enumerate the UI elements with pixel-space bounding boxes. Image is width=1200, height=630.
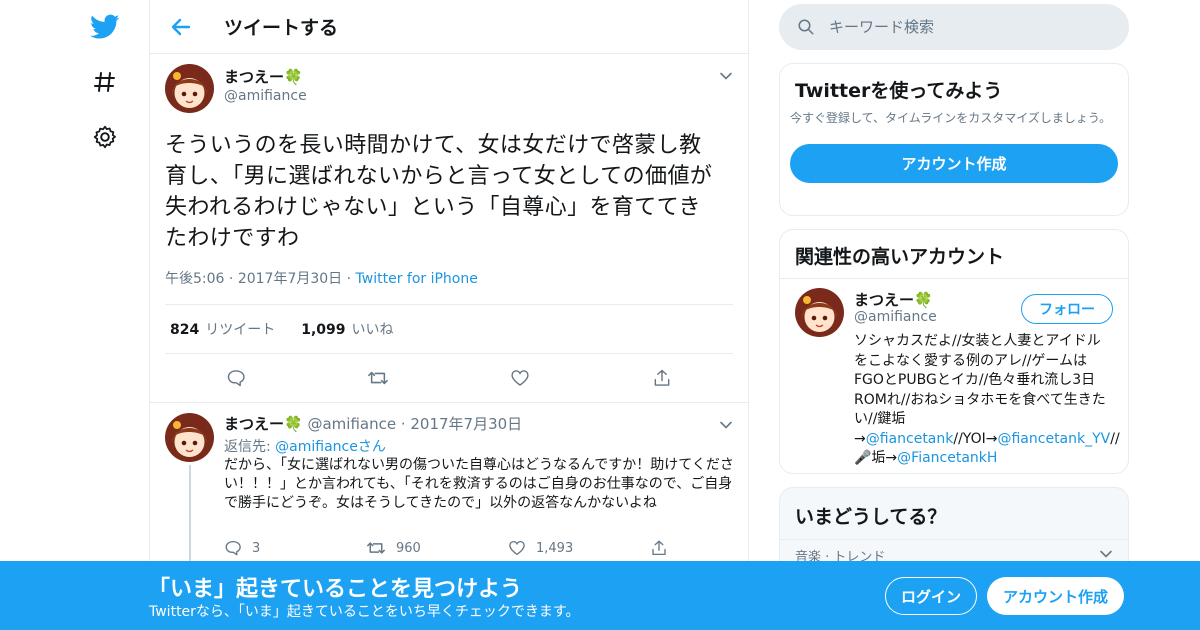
meta-separator: · <box>224 271 238 287</box>
reply-to: 返信先: @amifianceさん <box>224 436 386 456</box>
page-title: ツイートする <box>224 17 339 39</box>
like-icon <box>509 540 525 556</box>
chevron-down-icon[interactable] <box>718 417 734 433</box>
author-name[interactable]: まつえー🍀 <box>224 66 307 87</box>
tweet-meta: 午後5:06 · 2017年7月30日 · Twitter for iPhone <box>165 268 733 288</box>
bio-text: ソシャカスだよ//女装と人妻とアイドルをこよなく愛する例のアレ//ゲームはFGO… <box>854 333 1106 447</box>
create-account-button[interactable]: アカウント作成 <box>790 144 1118 183</box>
tweet-date[interactable]: 2017年7月30日 <box>238 271 342 287</box>
reply-replies-count: 3 <box>252 540 261 556</box>
bio-link[interactable]: @FiancetankH <box>897 450 997 466</box>
bio-link[interactable]: @fiancetank <box>866 431 954 447</box>
main-column: ツイートする まつえー🍀 @amifiance そういうのを長い時間かけて、女は… <box>149 0 749 630</box>
like-icon <box>511 370 529 386</box>
reply-author-handle[interactable]: @amifiance <box>307 415 396 433</box>
hashtag-icon[interactable] <box>90 67 120 97</box>
like-count-value: 1,099 <box>301 322 346 338</box>
tweet-time[interactable]: 午後5:06 <box>165 271 224 287</box>
reply-header: まつえー🍀 @amifiance · 2017年7月30日 <box>224 413 522 434</box>
reply-actions: 3 960 1,493 <box>224 539 792 557</box>
tweet-text: そういうのを長い時間かけて、女は女だけで啓蒙し教育し、「男に選ばれないからと言っ… <box>165 133 713 251</box>
reply-to-handle[interactable]: @amifiance <box>275 439 358 455</box>
reply-retweet-button[interactable]: 960 <box>366 539 508 557</box>
signup-card: Twitterを使ってみよう 今すぐ登録して、タイムラインをカスタマイズしましょ… <box>779 63 1129 216</box>
back-arrow-icon[interactable] <box>168 14 194 40</box>
reply-icon <box>227 370 245 387</box>
reply-reply-button[interactable]: 3 <box>224 539 366 557</box>
page-header: ツイートする <box>150 0 748 54</box>
retweet-icon <box>367 542 385 554</box>
related-accounts-title: 関連性の高いアカウント <box>780 230 1128 279</box>
reply-text: だから、「女に選ばれない男の傷ついた自尊心はどうなるんですか！助けてください！！… <box>224 457 734 511</box>
retweet-icon <box>368 371 388 385</box>
reply-date[interactable]: 2017年7月30日 <box>410 415 522 433</box>
related-account[interactable]: まつえー🍀 @amifiance フォロー ソシャカスだよ//女装と人妻とアイド… <box>780 279 1128 473</box>
trends-title: いまどうしてる？ <box>795 506 947 528</box>
tweet-actions <box>165 354 733 402</box>
avatar[interactable] <box>165 64 214 113</box>
retweet-button[interactable] <box>307 368 449 388</box>
meta-separator: · <box>342 271 356 287</box>
twitter-bird-icon[interactable] <box>90 12 120 42</box>
reply-icon <box>225 540 241 556</box>
related-account-bio: ソシャカスだよ//女装と人妻とアイドルをこよなく愛する例のアレ//ゲームはFGO… <box>854 332 1120 469</box>
retweet-count-label: リツイート <box>205 322 276 338</box>
author-handle[interactable]: @amifiance <box>224 88 307 104</box>
bottom-bar-title: 「いま」起きていることを見つけよう <box>148 577 523 602</box>
retweet-count[interactable]: 824 リツイート <box>170 319 275 339</box>
like-count-label: いいね <box>351 322 394 338</box>
reply-to-label: 返信先: <box>224 439 276 455</box>
like-count[interactable]: 1,099 いいね <box>301 319 393 339</box>
reply-author-name[interactable]: まつえー🍀 <box>224 415 303 433</box>
search-icon <box>798 19 814 35</box>
signup-card-description: 今すぐ登録して、タイムラインをカスタマイズしましょう。 <box>790 111 1112 125</box>
follow-button[interactable]: フォロー <box>1021 294 1113 324</box>
tweet-source-link[interactable]: Twitter for iPhone <box>356 271 478 287</box>
main-tweet: まつえー🍀 @amifiance そういうのを長い時間かけて、女は女だけで啓蒙し… <box>150 54 748 403</box>
share-icon <box>654 369 670 386</box>
settings-gear-icon[interactable] <box>90 122 120 152</box>
page: ツイートする まつえー🍀 @amifiance そういうのを長い時間かけて、女は… <box>0 0 1200 630</box>
signup-card-title: Twitterを使ってみよう <box>795 80 1003 102</box>
bottom-signup-bar: 「いま」起きていることを見つけよう Twitterなら、「いま」起きていることを… <box>0 561 1200 630</box>
share-button[interactable] <box>591 368 733 388</box>
reply-share-button[interactable] <box>650 539 792 557</box>
related-accounts-card: 関連性の高いアカウント まつえー🍀 @amifiance フォロー ソシャカスだ… <box>779 229 1129 474</box>
search-input[interactable] <box>829 18 1089 36</box>
right-sidebar: Twitterを使ってみよう 今すぐ登録して、タイムラインをカスタマイズしましょ… <box>779 0 1129 607</box>
avatar[interactable] <box>165 413 214 462</box>
reply-like-button[interactable]: 1,493 <box>508 539 650 557</box>
share-icon <box>652 540 666 556</box>
signup-button[interactable]: アカウント作成 <box>987 577 1124 615</box>
reply-likes-count: 1,493 <box>536 540 574 556</box>
bottom-bar-subtitle: Twitterなら、「いま」起きていることをいち早くチェックできます。 <box>149 604 580 620</box>
search-box[interactable] <box>779 4 1129 50</box>
related-account-handle[interactable]: @amifiance <box>854 309 937 325</box>
avatar[interactable] <box>795 288 844 337</box>
related-account-name[interactable]: まつえー🍀 <box>854 289 933 310</box>
tweet-stats: 824 リツイート 1,099 いいね <box>165 304 733 354</box>
like-button[interactable] <box>449 368 591 388</box>
reply-to-suffix: さん <box>357 439 386 455</box>
chevron-down-icon[interactable] <box>718 68 734 84</box>
bio-link[interactable]: @fiancetank_YV <box>997 431 1110 447</box>
tweet-author: まつえー🍀 @amifiance <box>224 66 307 104</box>
retweet-count-value: 824 <box>170 322 200 338</box>
bio-text: //YOI→ <box>953 430 998 447</box>
login-button[interactable]: ログイン <box>885 577 977 615</box>
reply-retweets-count: 960 <box>396 540 421 556</box>
chevron-down-icon[interactable] <box>1098 546 1114 562</box>
meta-separator: · <box>396 415 411 433</box>
reply-button[interactable] <box>165 368 307 388</box>
